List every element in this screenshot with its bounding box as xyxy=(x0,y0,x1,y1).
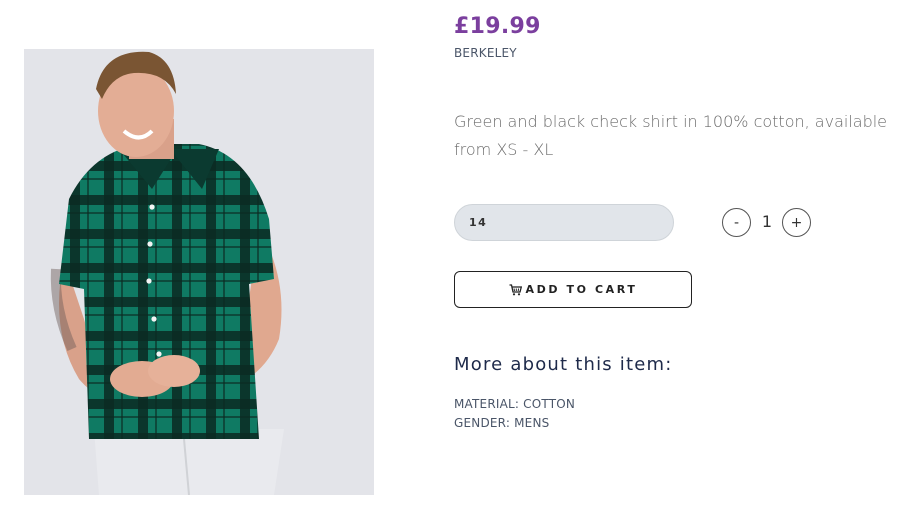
product-brand: BERKELEY xyxy=(454,46,517,60)
quantity-decrease-button[interactable]: - xyxy=(722,208,751,237)
quantity-increase-button[interactable]: + xyxy=(782,208,811,237)
product-image xyxy=(24,49,374,495)
quantity-value: 1 xyxy=(761,212,773,231)
product-details: MATERIAL: COTTON GENDER: MENS xyxy=(454,395,575,433)
gender-detail: GENDER: MENS xyxy=(454,416,550,430)
product-photo xyxy=(24,49,374,495)
size-input[interactable] xyxy=(454,204,674,241)
product-price: £19.99 xyxy=(454,14,541,39)
add-to-cart-label: ADD TO CART xyxy=(525,283,638,296)
shopping-cart-icon xyxy=(509,283,522,296)
material-detail: MATERIAL: COTTON xyxy=(454,397,576,411)
product-description: Green and black check shirt in 100% cott… xyxy=(454,112,888,159)
more-about-heading: More about this item: xyxy=(454,354,673,375)
add-to-cart-button[interactable]: ADD TO CART xyxy=(454,271,692,308)
